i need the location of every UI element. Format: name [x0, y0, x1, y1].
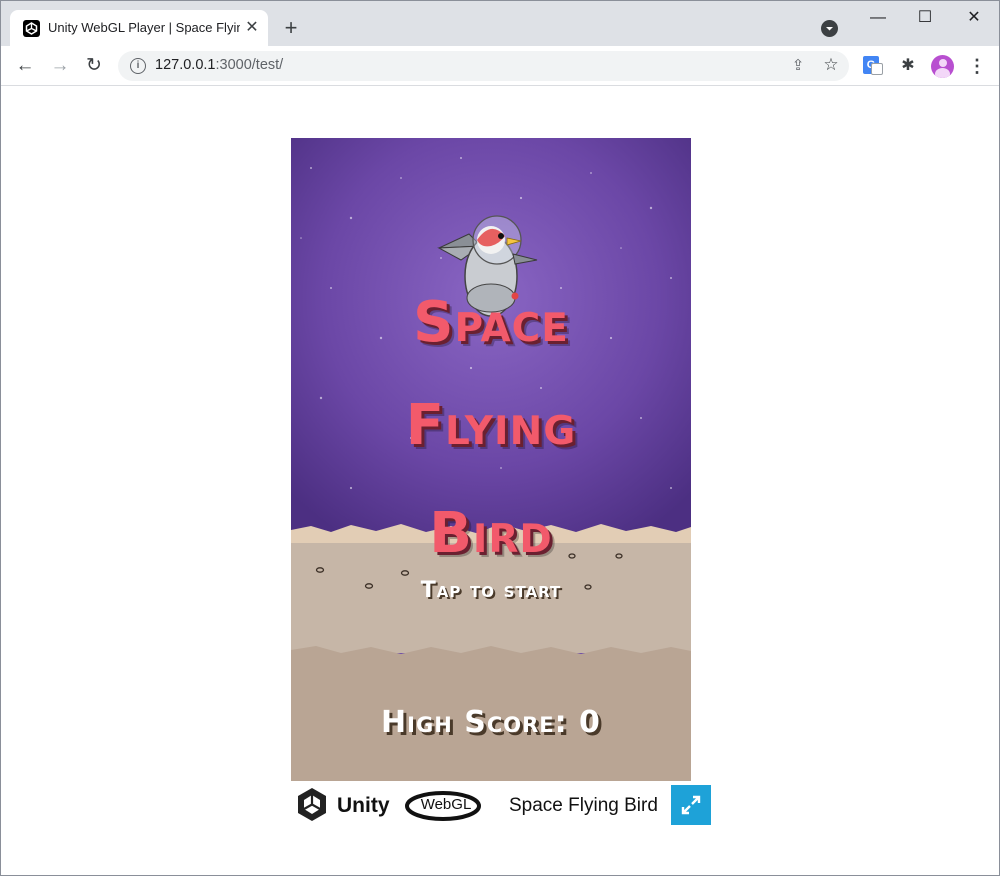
- unity-favicon-icon: [23, 20, 40, 37]
- window-minimize-button[interactable]: —: [863, 7, 893, 29]
- forward-button[interactable]: →: [49, 55, 71, 77]
- share-icon[interactable]: ⇪: [788, 56, 808, 76]
- tab-unity-webgl-player[interactable]: Unity WebGL Player | Space Flying Bird ✕: [10, 10, 268, 46]
- unity-footer: Unity WebGL Space Flying Bird: [291, 781, 711, 831]
- unity-logo-icon: [298, 788, 326, 821]
- title-line-flying: Flying: [405, 393, 577, 458]
- game-background: [291, 138, 691, 781]
- webgl-wordmark: WebGL: [420, 796, 472, 813]
- browser-menu-icon[interactable]: ⋮: [966, 55, 988, 77]
- browser-toolbar: ← → ↻ i 127.0.0.1:3000/test/ ⇪ ☆ G ✱ ⋮: [1, 46, 999, 86]
- fullscreen-icon: [681, 795, 701, 815]
- back-button[interactable]: ←: [14, 55, 36, 77]
- title-line-space: Space: [413, 290, 569, 355]
- browser-window: Unity WebGL Player | Space Flying Bird ✕…: [0, 0, 1000, 876]
- unity-wordmark: Unity: [337, 794, 390, 817]
- tab-search-icon[interactable]: [821, 20, 838, 37]
- new-tab-button[interactable]: +: [280, 17, 302, 39]
- page-content: Space Flying Bird Tap to start High Scor…: [1, 87, 999, 875]
- unity-game-canvas[interactable]: Space Flying Bird Tap to start High Scor…: [291, 138, 691, 781]
- url-path: :3000/test/: [215, 57, 284, 73]
- title-line-bird: Bird: [429, 501, 553, 566]
- webgl-logo-icon: WebGL: [405, 791, 487, 821]
- window-close-button[interactable]: ✕: [959, 7, 989, 29]
- high-score-text: High Score: 0: [381, 705, 601, 740]
- tab-strip: Unity WebGL Player | Space Flying Bird ✕…: [1, 1, 999, 46]
- tap-to-start-text[interactable]: Tap to start: [291, 578, 691, 603]
- reload-button[interactable]: ↻: [83, 55, 105, 77]
- url-text[interactable]: 127.0.0.1:3000/test/: [155, 57, 283, 73]
- footer-game-title: Space Flying Bird: [509, 795, 658, 816]
- url-host: 127.0.0.1: [155, 57, 216, 73]
- translate-overlay: [871, 63, 883, 75]
- address-bar[interactable]: i 127.0.0.1:3000/test/ ⇪ ☆: [118, 51, 849, 81]
- bookmark-star-icon[interactable]: ☆: [821, 55, 841, 75]
- site-info-icon[interactable]: i: [130, 58, 146, 74]
- window-maximize-button[interactable]: ☐: [910, 7, 940, 29]
- avatar-head: [938, 59, 947, 67]
- fullscreen-button[interactable]: [671, 785, 711, 825]
- tab-close-icon[interactable]: ✕: [242, 18, 262, 38]
- profile-avatar[interactable]: [931, 55, 954, 78]
- extensions-puzzle-icon[interactable]: ✱: [897, 55, 919, 77]
- tab-title: Unity WebGL Player | Space Flying Bird: [48, 20, 240, 35]
- translate-extension-icon[interactable]: G: [862, 55, 884, 77]
- avatar-body: [935, 68, 950, 78]
